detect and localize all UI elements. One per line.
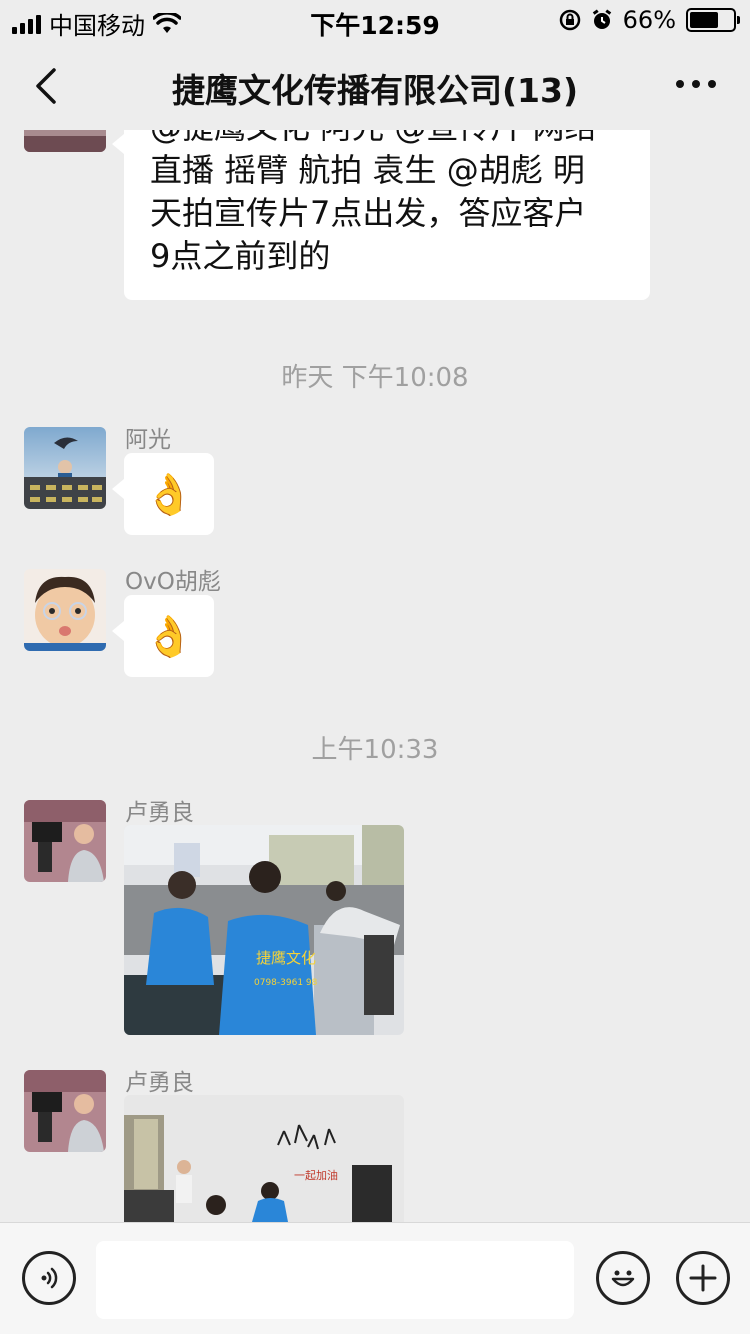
photo-message[interactable]: 捷鹰文化 0798-3961 98 bbox=[124, 825, 404, 1035]
voice-button[interactable] bbox=[22, 1251, 76, 1305]
wall-text: 一起加油 bbox=[294, 1168, 338, 1182]
ok-hand-icon: 👌 bbox=[144, 613, 194, 660]
avatar[interactable] bbox=[24, 800, 106, 882]
add-button[interactable] bbox=[676, 1251, 730, 1305]
shirt-text: 捷鹰文化 bbox=[256, 949, 316, 967]
sender-name: 阿光 bbox=[125, 427, 171, 453]
avatar[interactable] bbox=[24, 427, 106, 509]
message-line: 9点之前到的 bbox=[150, 237, 331, 275]
sender-name: 卢勇良 bbox=[125, 800, 194, 826]
avatar[interactable] bbox=[24, 569, 106, 651]
emoji-bubble[interactable]: 👌 bbox=[112, 595, 214, 677]
timestamp: 上午10:33 bbox=[311, 735, 439, 765]
input-bar bbox=[0, 1222, 750, 1334]
message-bubble[interactable]: @捷鹰文化 阿光 @宣传片 网络 直播 摇臂 航拍 袁生 @胡彪 明 天拍宣传片… bbox=[112, 108, 650, 300]
battery-percent: 66% bbox=[622, 6, 676, 34]
avatar[interactable] bbox=[24, 1070, 106, 1152]
nav-bar: 捷鹰文化传播有限公司(13) bbox=[0, 40, 750, 130]
battery-icon bbox=[686, 8, 740, 32]
chat-area[interactable]: @捷鹰文化 阿光 @宣传片 网络 直播 摇臂 航拍 袁生 @胡彪 明 天拍宣传片… bbox=[0, 40, 750, 1222]
emoji-icon bbox=[611, 1270, 635, 1287]
emoji-button[interactable] bbox=[596, 1251, 650, 1305]
message-line: 天拍宣传片7点出发，答应客户 bbox=[150, 194, 587, 232]
sender-name: 卢勇良 bbox=[125, 1070, 194, 1096]
alarm-icon bbox=[592, 9, 611, 29]
message-line: 直播 摇臂 航拍 袁生 @胡彪 明 bbox=[150, 151, 585, 189]
photo-message[interactable]: 一起加油 bbox=[124, 1095, 404, 1222]
emoji-bubble[interactable]: 👌 bbox=[112, 453, 214, 535]
timestamp: 昨天 下午10:08 bbox=[281, 363, 469, 393]
shirt-phone: 0798-3961 98 bbox=[254, 978, 318, 988]
plus-icon bbox=[689, 1264, 717, 1292]
chat-title: 捷鹰文化传播有限公司(13) bbox=[171, 71, 579, 110]
message-input[interactable] bbox=[96, 1241, 574, 1319]
more-dots-icon[interactable] bbox=[676, 80, 716, 88]
ok-hand-icon: 👌 bbox=[144, 471, 194, 518]
status-bar: 中国移动 下午12:59 66% bbox=[0, 0, 750, 40]
orientation-lock-icon bbox=[559, 9, 580, 31]
voice-icon bbox=[41, 1267, 58, 1289]
sender-name: OvO胡彪 bbox=[125, 569, 221, 595]
